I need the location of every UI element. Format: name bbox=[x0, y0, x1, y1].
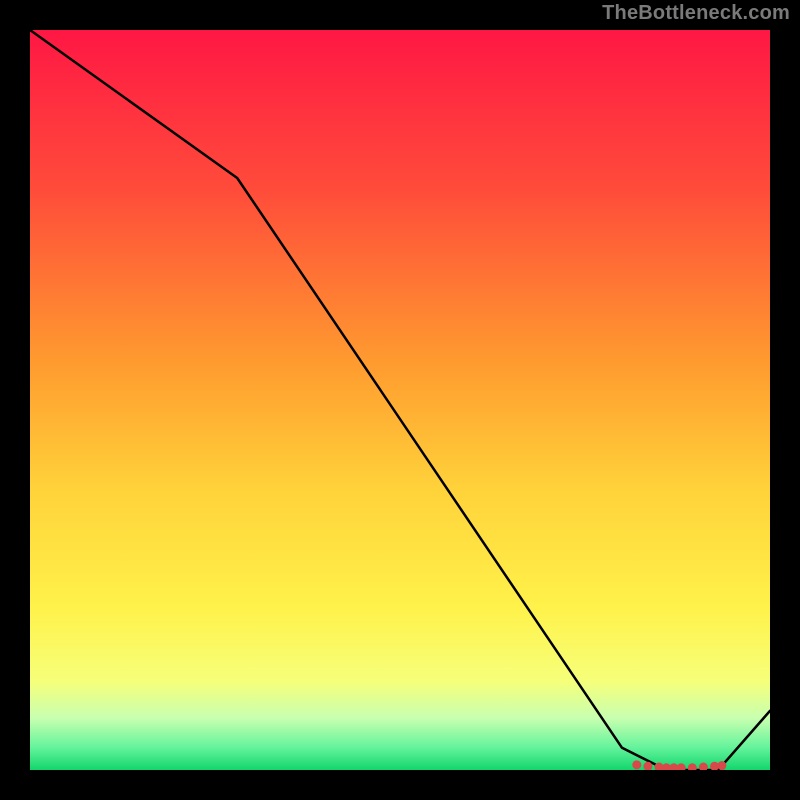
plot-area bbox=[30, 30, 770, 770]
marker-point bbox=[632, 760, 641, 769]
marker-point bbox=[717, 761, 726, 770]
chart-frame: TheBottleneck.com bbox=[0, 0, 800, 800]
watermark-text: TheBottleneck.com bbox=[602, 2, 790, 25]
chart-svg bbox=[30, 30, 770, 770]
chart-background bbox=[30, 30, 770, 770]
